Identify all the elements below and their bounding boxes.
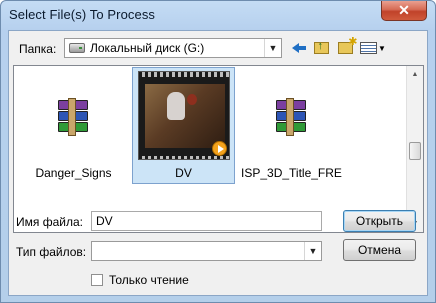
file-list-view[interactable]: Danger_Signs DV ISP_3D_Title_FRE... ▲ bbox=[13, 65, 424, 233]
file-item-isp-3d-title[interactable]: ISP_3D_Title_FRE... bbox=[240, 67, 343, 184]
open-button[interactable]: Открыть bbox=[343, 210, 416, 232]
close-icon: ✕ bbox=[398, 2, 410, 18]
scrollbar-thumb[interactable] bbox=[409, 142, 421, 160]
up-folder-icon bbox=[313, 40, 329, 54]
new-folder-button[interactable] bbox=[335, 35, 358, 58]
file-name: DV bbox=[175, 166, 192, 180]
chevron-down-icon[interactable]: ▼ bbox=[264, 39, 281, 57]
folder-dropdown[interactable]: Локальный диск (G:) ▼ bbox=[64, 38, 282, 58]
file-item-dv[interactable]: DV bbox=[132, 67, 235, 184]
file-item-danger-signs[interactable]: Danger_Signs bbox=[22, 67, 125, 184]
folder-label: Папка: bbox=[19, 42, 57, 56]
caret-down-icon: ▼ bbox=[378, 43, 386, 53]
file-name: ISP_3D_Title_FRE... bbox=[241, 166, 342, 180]
cancel-button[interactable]: Отмена bbox=[343, 239, 416, 261]
window-title: Select File(s) To Process bbox=[9, 7, 156, 22]
play-badge-icon bbox=[212, 141, 227, 156]
chevron-down-icon[interactable]: ▼ bbox=[304, 242, 321, 260]
up-folder-button[interactable] bbox=[311, 38, 331, 58]
dialog-client-area: Папка: Локальный диск (G:) ▼ ▼ Dang bbox=[8, 30, 428, 296]
filetype-label: Тип файлов: bbox=[16, 245, 87, 259]
file-name: Danger_Signs bbox=[35, 166, 112, 180]
vertical-scrollbar[interactable]: ▲ ▼ bbox=[406, 66, 423, 232]
view-menu-button[interactable]: ▼ bbox=[359, 38, 387, 58]
back-button[interactable] bbox=[289, 38, 309, 58]
close-button[interactable]: ✕ bbox=[381, 1, 427, 21]
readonly-label: Только чтение bbox=[109, 273, 189, 287]
local-disk-icon bbox=[69, 43, 85, 53]
filetype-dropdown[interactable]: ▼ bbox=[91, 241, 322, 261]
filename-input[interactable]: DV bbox=[91, 211, 322, 231]
winrar-archive-icon bbox=[54, 98, 94, 138]
readonly-checkbox[interactable] bbox=[91, 274, 103, 286]
file-dialog-window: Select File(s) To Process ✕ Папка: Локал… bbox=[0, 0, 436, 303]
filename-label: Имя файла: bbox=[16, 215, 83, 229]
back-icon bbox=[292, 43, 306, 53]
folder-dropdown-value: Локальный диск (G:) bbox=[90, 41, 205, 55]
winrar-archive-icon bbox=[272, 98, 312, 138]
new-folder-icon bbox=[337, 35, 358, 54]
video-thumbnail-icon bbox=[138, 71, 230, 160]
view-menu-icon bbox=[360, 42, 378, 54]
title-bar[interactable]: Select File(s) To Process ✕ bbox=[1, 1, 435, 31]
scroll-up-icon[interactable]: ▲ bbox=[407, 66, 423, 83]
